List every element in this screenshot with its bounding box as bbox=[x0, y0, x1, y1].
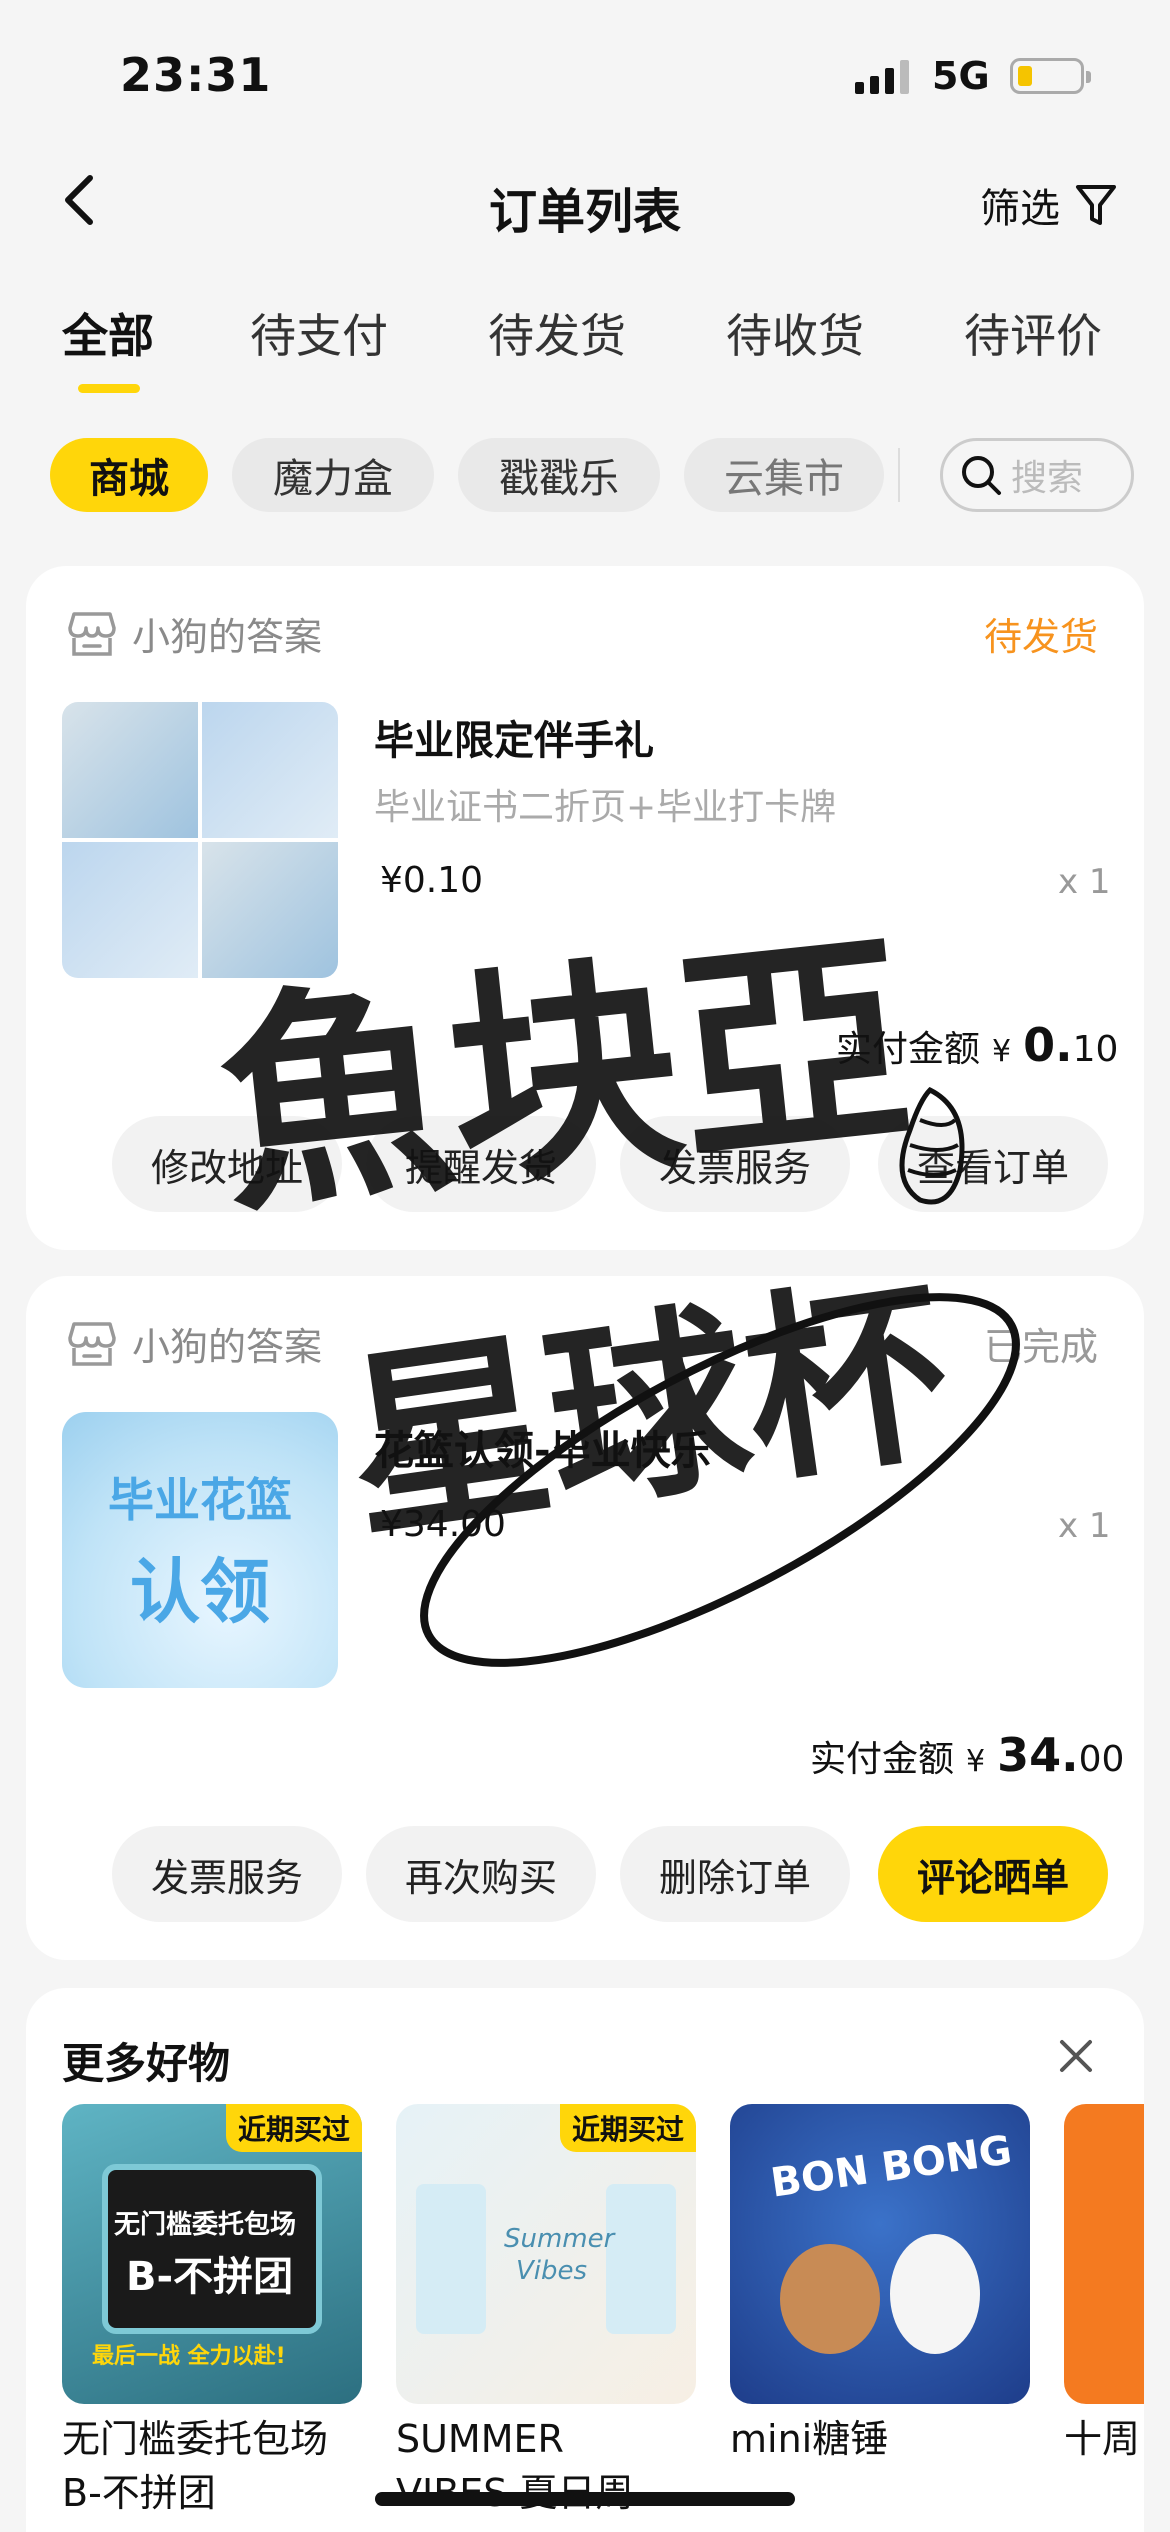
name-line1: 无门槛委托包场 bbox=[62, 2417, 329, 2461]
network-label: 5G bbox=[932, 54, 990, 98]
shop-label: 小狗的答案 bbox=[132, 615, 323, 659]
paid-amount: 实付金额 ¥ 34.00 bbox=[810, 1728, 1124, 1782]
art-text-2: B-不拼团 bbox=[126, 2254, 294, 2300]
funnel-icon bbox=[1076, 185, 1116, 225]
paid-amount: 实付金额 ¥ 0.10 bbox=[836, 1018, 1118, 1072]
art-text-2: Vibes bbox=[516, 2256, 588, 2286]
buy-again-button[interactable]: 再次购买 bbox=[366, 1826, 596, 1922]
tab-pending-payment[interactable]: 待支付 bbox=[250, 300, 388, 366]
tab-all[interactable]: 全部 bbox=[62, 300, 154, 366]
recent-badge: 近期买过 bbox=[225, 2104, 362, 2152]
search-icon bbox=[962, 456, 1001, 495]
status-time: 23:31 bbox=[120, 48, 272, 102]
product-thumbnail[interactable]: 毕业花篮 认领 bbox=[62, 1412, 338, 1688]
invoice-button[interactable]: 发票服务 bbox=[112, 1826, 342, 1922]
product-title[interactable]: 花篮认领-毕业快乐 bbox=[374, 1418, 711, 1476]
chip-cloud-market[interactable]: 云集市 bbox=[684, 438, 884, 512]
filter-label: 筛选 bbox=[980, 186, 1060, 232]
shop-icon bbox=[68, 1321, 116, 1366]
paid-label: 实付金额 bbox=[836, 1029, 981, 1070]
recent-badge: 近期买过 bbox=[559, 2104, 696, 2152]
close-icon[interactable] bbox=[1054, 2034, 1098, 2078]
art-text-1: Summer bbox=[504, 2224, 615, 2254]
name-line1: SUMMER bbox=[396, 2417, 564, 2461]
name-line2: B-不拼团 bbox=[62, 2471, 216, 2515]
recommend-item-image[interactable]: BON BONG bbox=[730, 2104, 1030, 2404]
product-qty: x 1 bbox=[1058, 862, 1111, 902]
recommend-item-image[interactable]: Summer Vibes 近期买过 bbox=[396, 2104, 696, 2404]
paid-int: 0. bbox=[1023, 1018, 1073, 1072]
paid-currency: ¥ bbox=[966, 1744, 986, 1779]
chip-magic-box[interactable]: 魔力盒 bbox=[232, 438, 434, 512]
battery-icon bbox=[1010, 58, 1091, 94]
paid-label: 实付金额 bbox=[810, 1739, 955, 1780]
signal-icon bbox=[855, 58, 909, 94]
shop-name[interactable]: 小狗的答案 bbox=[64, 606, 322, 661]
modify-address-button[interactable]: 修改地址 bbox=[112, 1116, 342, 1212]
search-placeholder: 搜索 bbox=[1011, 458, 1084, 499]
thumb-text-line1: 毕业花篮 bbox=[108, 1472, 292, 1527]
filter-button[interactable]: 筛选 bbox=[980, 176, 1118, 234]
view-order-button[interactable]: 查看订单 bbox=[878, 1116, 1108, 1212]
search-box[interactable]: 搜索 bbox=[940, 438, 1134, 512]
shop-icon bbox=[68, 611, 116, 656]
order-status: 待发货 bbox=[984, 615, 1099, 659]
chip-divider bbox=[898, 448, 900, 502]
art-text-3: 最后一战 全力以赴! bbox=[92, 2344, 286, 2369]
recommend-item-image[interactable] bbox=[1064, 2104, 1144, 2404]
recommend-item-name[interactable]: 无门槛委托包场 B-不拼团 bbox=[62, 2412, 328, 2520]
paid-int: 34. bbox=[997, 1728, 1079, 1782]
art-text-1: 无门槛委托包场 bbox=[114, 2210, 297, 2240]
review-button[interactable]: 评论晒单 bbox=[878, 1826, 1108, 1922]
tab-pending-receipt[interactable]: 待收货 bbox=[726, 300, 864, 366]
home-indicator bbox=[375, 2492, 795, 2506]
paid-dec: 10 bbox=[1072, 1029, 1119, 1070]
recommend-item-image[interactable]: 无门槛委托包场 B-不拼团 最后一战 全力以赴! 近期买过 bbox=[62, 2104, 362, 2404]
product-qty: x 1 bbox=[1058, 1506, 1111, 1546]
remind-shipment-button[interactable]: 提醒发货 bbox=[366, 1116, 596, 1212]
product-price: ¥0.10 bbox=[380, 860, 484, 901]
recommend-title: 更多好物 bbox=[62, 2039, 231, 2088]
thumb-text-line2: 认领 bbox=[130, 1550, 270, 1633]
order-status: 已完成 bbox=[984, 1325, 1099, 1369]
paid-currency: ¥ bbox=[992, 1034, 1012, 1069]
shop-label: 小狗的答案 bbox=[132, 1325, 323, 1369]
product-thumbnail[interactable] bbox=[62, 702, 338, 978]
tab-indicator bbox=[78, 384, 140, 393]
invoice-button[interactable]: 发票服务 bbox=[620, 1116, 850, 1212]
product-price: ¥34.00 bbox=[380, 1504, 506, 1545]
paid-dec: 00 bbox=[1078, 1739, 1125, 1780]
shop-name[interactable]: 小狗的答案 bbox=[64, 1316, 322, 1371]
product-subtitle: 毕业证书二折页+毕业打卡牌 bbox=[374, 787, 837, 828]
recommend-item-name[interactable]: 十周 bbox=[1064, 2412, 1140, 2466]
chip-poke[interactable]: 戳戳乐 bbox=[458, 438, 660, 512]
delete-order-button[interactable]: 删除订单 bbox=[620, 1826, 850, 1922]
chip-mall[interactable]: 商城 bbox=[50, 438, 208, 512]
tab-pending-review[interactable]: 待评价 bbox=[964, 300, 1102, 366]
recommend-item-name[interactable]: mini糖锤 bbox=[730, 2412, 888, 2466]
tab-pending-shipment[interactable]: 待发货 bbox=[488, 300, 626, 366]
art-text-1: BON BONG bbox=[767, 2127, 1015, 2207]
order-tabs: 全部 待支付 待发货 待收货 待评价 bbox=[0, 300, 1170, 380]
product-title[interactable]: 毕业限定伴手礼 bbox=[374, 708, 654, 766]
